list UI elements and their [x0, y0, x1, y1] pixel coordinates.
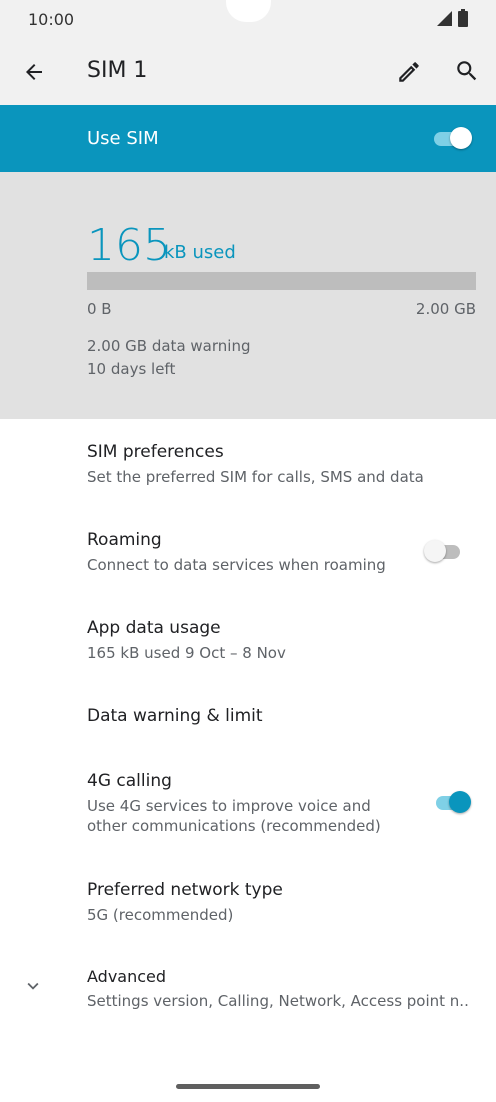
toggle-thumb: [450, 127, 472, 149]
signal-icon: [437, 11, 452, 26]
toggle-thumb: [449, 791, 471, 813]
app-toolbar: SIM 1: [0, 38, 496, 105]
item-subtitle: Set the preferred SIM for calls, SMS and…: [87, 468, 424, 486]
item-subtitle: 165 kB used 9 Oct – 8 Nov: [87, 644, 286, 662]
app-data-usage-item[interactable]: App data usage 165 kB used 9 Oct – 8 Nov: [0, 596, 496, 684]
item-title: Roaming: [87, 530, 162, 550]
item-title: Advanced: [87, 967, 167, 986]
item-subtitle-line-2: other communications (recommended): [87, 817, 381, 835]
arrow-back-icon[interactable]: [22, 60, 46, 84]
usage-amount: 165: [87, 220, 171, 271]
item-subtitle: 5G (recommended): [87, 906, 234, 924]
item-title: SIM preferences: [87, 442, 224, 462]
4g-calling-item[interactable]: 4G calling Use 4G services to improve vo…: [0, 752, 496, 858]
chevron-down-icon[interactable]: [22, 975, 44, 997]
use-sim-label: Use SIM: [87, 128, 159, 149]
data-warning-text: 2.00 GB data warning: [87, 337, 251, 355]
data-warning-limit-item[interactable]: Data warning & limit: [0, 684, 496, 752]
status-bar: 10:00: [0, 0, 496, 38]
item-title: 4G calling: [87, 771, 172, 791]
page-title: SIM 1: [87, 58, 148, 83]
camera-notch: [200, 0, 297, 22]
battery-icon: [458, 9, 468, 27]
search-icon[interactable]: [454, 58, 480, 84]
item-subtitle: Settings version, Calling, Network, Acce…: [87, 992, 469, 1010]
usage-max-label: 2.00 GB: [415, 300, 476, 318]
item-title: App data usage: [87, 618, 221, 638]
toggle-thumb: [424, 540, 446, 562]
status-time: 10:00: [28, 10, 75, 29]
preferred-network-type-item[interactable]: Preferred network type 5G (recommended): [0, 858, 496, 946]
advanced-item[interactable]: Advanced Settings version, Calling, Netw…: [0, 946, 496, 1034]
4g-calling-toggle[interactable]: [434, 790, 474, 814]
gesture-nav-bar[interactable]: [176, 1084, 320, 1089]
use-sim-row[interactable]: Use SIM: [0, 105, 496, 172]
item-title: Data warning & limit: [87, 706, 263, 726]
pencil-icon[interactable]: [396, 59, 422, 85]
item-subtitle: Connect to data services when roaming: [87, 556, 386, 574]
roaming-toggle[interactable]: [424, 539, 464, 563]
use-sim-toggle[interactable]: [432, 126, 472, 150]
item-title: Preferred network type: [87, 880, 283, 900]
item-subtitle-line-1: Use 4G services to improve voice and: [87, 797, 371, 815]
sim-preferences-item[interactable]: SIM preferences Set the preferred SIM fo…: [0, 420, 496, 508]
status-icons: [436, 9, 468, 27]
data-usage-summary: 165 kB used 0 B 2.00 GB 2.00 GB data war…: [0, 172, 496, 419]
roaming-item[interactable]: Roaming Connect to data services when ro…: [0, 508, 496, 596]
usage-progress-bar: [87, 272, 476, 290]
days-left-text: 10 days left: [87, 360, 176, 378]
usage-min-label: 0 B: [87, 300, 112, 318]
usage-unit-label: kB used: [164, 242, 236, 263]
